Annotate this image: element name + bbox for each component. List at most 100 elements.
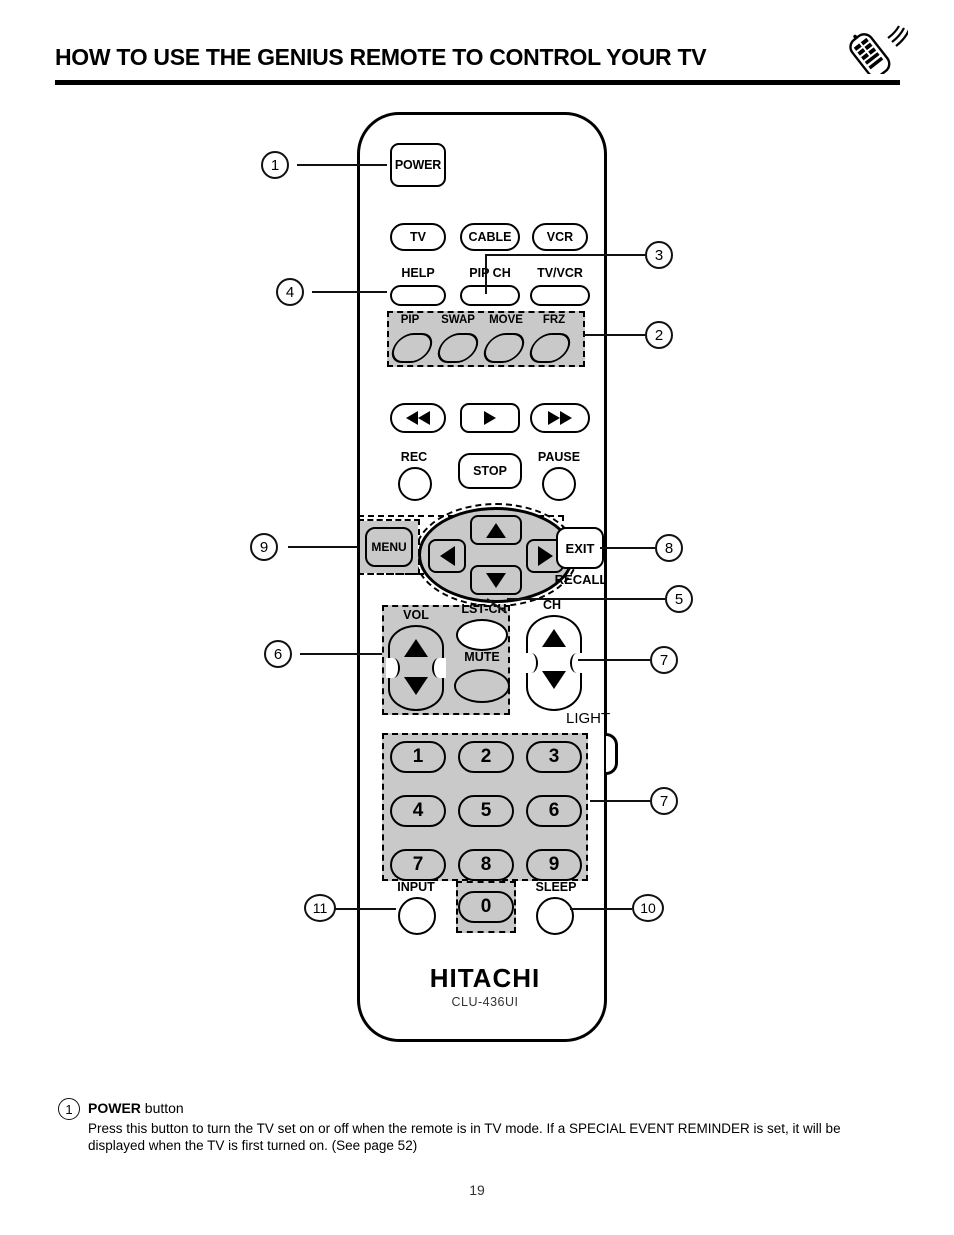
input-button[interactable] xyxy=(398,897,436,935)
callout-leader-11 xyxy=(334,908,396,910)
stop-button[interactable]: STOP xyxy=(458,453,522,489)
keypad-key-2[interactable]: 2 xyxy=(458,741,514,773)
last-channel-button[interactable] xyxy=(456,619,508,651)
channel-rocker-notch xyxy=(524,653,538,673)
callout-leader-1 xyxy=(297,164,387,166)
keypad-key-8[interactable]: 8 xyxy=(458,849,514,881)
pause-label: PAUSE xyxy=(537,450,581,464)
header-divider xyxy=(55,80,900,85)
volume-up-icon xyxy=(404,639,428,657)
rec-label: REC xyxy=(400,450,428,464)
sleep-button[interactable] xyxy=(536,897,574,935)
caption-callout-number: 1 xyxy=(58,1098,80,1120)
keypad-key-9[interactable]: 9 xyxy=(526,849,582,881)
fast-forward-icon xyxy=(560,411,572,425)
keypad-key-5[interactable]: 5 xyxy=(458,795,514,827)
callout-leader-3 xyxy=(485,254,645,256)
callout-7a: 7 xyxy=(650,646,678,674)
pip-ch-label: PIP CH xyxy=(469,266,511,280)
tv-vcr-label: TV/VCR xyxy=(537,266,583,280)
callout-3: 3 xyxy=(645,241,673,269)
callout-leader-7b xyxy=(590,800,650,802)
light-label: LIGHT xyxy=(566,710,611,727)
callout-2: 2 xyxy=(645,321,673,349)
left-arrow-icon xyxy=(439,546,455,566)
cable-mode-button[interactable]: CABLE xyxy=(460,223,520,251)
channel-rocker-notch xyxy=(570,653,584,673)
pip-label: PIP xyxy=(400,314,420,326)
channel-up-icon xyxy=(542,629,566,647)
menu-button[interactable]: MENU xyxy=(365,527,413,567)
callout-leader-6 xyxy=(300,653,382,655)
tv-mode-button[interactable]: TV xyxy=(390,223,446,251)
callout-leader-8 xyxy=(600,547,655,549)
vcr-mode-button[interactable]: VCR xyxy=(532,223,588,251)
callout-leader-5 xyxy=(507,598,665,600)
swap-label: SWAP xyxy=(441,314,475,326)
callout-7b: 7 xyxy=(650,787,678,815)
pip-ch-button[interactable] xyxy=(460,285,520,306)
recall-label: RECALL xyxy=(554,572,608,587)
down-arrow-icon xyxy=(486,572,506,588)
keypad-key-4[interactable]: 4 xyxy=(390,795,446,827)
callout-leader-7a xyxy=(578,659,650,661)
volume-label: VOL xyxy=(403,608,429,622)
callout-5: 5 xyxy=(665,585,693,613)
volume-rocker-notch xyxy=(386,658,400,678)
frz-label: FRZ xyxy=(542,314,566,326)
volume-rocker-notch xyxy=(432,658,446,678)
help-label: HELP xyxy=(401,266,435,280)
last-channel-label: LST-CH xyxy=(461,602,507,616)
keypad-key-3[interactable]: 3 xyxy=(526,741,582,773)
page-title: HOW TO USE THE GENIUS REMOTE TO CONTROL … xyxy=(55,44,707,70)
callout-leader-2 xyxy=(583,334,645,336)
tv-vcr-button[interactable] xyxy=(530,285,590,306)
rec-button[interactable] xyxy=(398,467,432,501)
caption-heading-bold: POWER xyxy=(88,1100,141,1116)
callout-leader-10 xyxy=(570,908,632,910)
callout-11: 11 xyxy=(304,894,336,922)
keypad-key-0[interactable]: 0 xyxy=(458,891,514,923)
pause-button[interactable] xyxy=(542,467,576,501)
callout-leader-9 xyxy=(288,546,358,548)
callout-leader-3-drop xyxy=(485,254,487,294)
caption-heading-rest: button xyxy=(140,1100,184,1116)
up-arrow-icon xyxy=(486,522,506,538)
channel-down-icon xyxy=(542,671,566,689)
keypad-key-7[interactable]: 7 xyxy=(390,849,446,881)
help-button[interactable] xyxy=(390,285,446,306)
play-icon xyxy=(484,411,496,425)
mute-label: MUTE xyxy=(464,650,500,664)
play-button[interactable] xyxy=(460,403,520,433)
fast-forward-icon xyxy=(548,411,560,425)
keypad-key-1[interactable]: 1 xyxy=(390,741,446,773)
page-header: HOW TO USE THE GENIUS REMOTE TO CONTROL … xyxy=(55,25,908,90)
exit-button[interactable]: EXIT xyxy=(556,527,604,569)
caption-heading: POWER button xyxy=(88,1100,184,1116)
volume-down-icon xyxy=(404,677,428,695)
remote-control-diagram: POWER TV CABLE VCR HELP PIP CH TV/VCR PI… xyxy=(357,112,618,1042)
remote-control-signal-icon xyxy=(849,25,908,74)
light-side-button[interactable] xyxy=(606,733,618,775)
move-label: MOVE xyxy=(489,314,523,326)
callout-1: 1 xyxy=(261,151,289,179)
power-button[interactable]: POWER xyxy=(390,143,446,187)
right-arrow-icon xyxy=(537,546,553,566)
nav-up-button[interactable] xyxy=(470,515,522,545)
fast-forward-button[interactable] xyxy=(530,403,590,433)
sleep-label: SLEEP xyxy=(535,880,577,894)
callout-10: 10 xyxy=(632,894,664,922)
mute-button[interactable] xyxy=(454,669,510,703)
caption-body: Press this button to turn the TV set on … xyxy=(88,1121,841,1153)
rewind-icon xyxy=(418,411,430,425)
callout-6: 6 xyxy=(264,640,292,668)
nav-left-button[interactable] xyxy=(428,539,466,573)
page-number: 19 xyxy=(469,1182,485,1198)
callout-8: 8 xyxy=(655,534,683,562)
callout-leader-4 xyxy=(312,291,387,293)
callout-4: 4 xyxy=(276,278,304,306)
keypad-key-6[interactable]: 6 xyxy=(526,795,582,827)
input-label: INPUT xyxy=(397,880,435,894)
rewind-button[interactable] xyxy=(390,403,446,433)
nav-down-button[interactable] xyxy=(470,565,522,595)
